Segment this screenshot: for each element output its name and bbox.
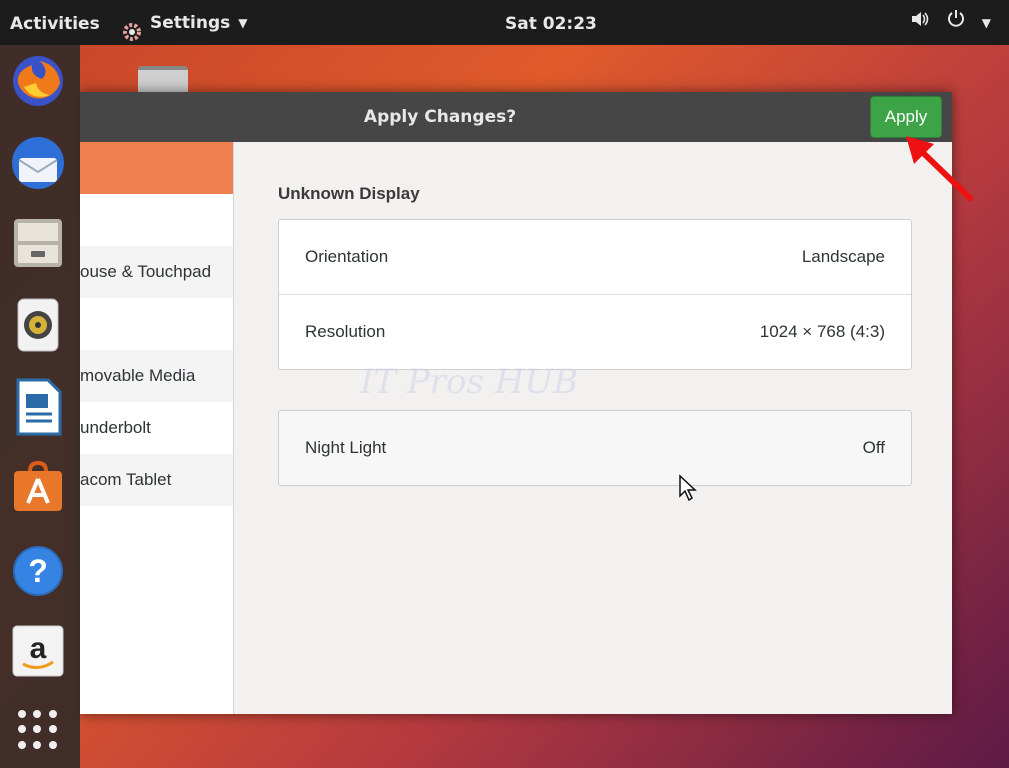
show-applications-icon[interactable] [18, 710, 58, 750]
orientation-row[interactable]: Orientation Landscape [279, 220, 911, 295]
display-name: Unknown Display [278, 184, 420, 203]
setting-label: Night Light [305, 438, 387, 457]
window-title: Apply Changes? [363, 107, 517, 127]
sidebar-item[interactable] [80, 194, 233, 246]
settings-gear-icon [122, 13, 142, 41]
sidebar-item-label: underbolt [80, 418, 151, 437]
sidebar-item-label: movable Media [80, 366, 196, 385]
setting-label: Orientation [305, 247, 389, 266]
volume-icon [910, 0, 930, 47]
setting-value: Landscape [801, 247, 885, 266]
night-light-row[interactable]: Night Light Off [279, 411, 911, 485]
sidebar-item-label: ouse & Touchpad [80, 262, 212, 281]
power-icon [946, 0, 966, 47]
thunderbird-icon[interactable] [8, 133, 68, 193]
night-light-card: Night Light Off [278, 410, 912, 486]
resolution-row[interactable]: Resolution 1024 × 768 (4:3) [279, 295, 911, 369]
display-settings-card: Orientation Landscape Resolution 1024 × … [278, 219, 912, 370]
svg-text:?: ? [28, 553, 48, 589]
app-menu[interactable]: Settings ▼ [122, 0, 247, 45]
trash-desktop-icon[interactable] [138, 66, 188, 94]
sidebar-item-displays[interactable] [80, 142, 233, 194]
header-bar: Apply Changes? Apply [80, 92, 952, 142]
rhythmbox-icon[interactable] [8, 295, 68, 355]
setting-label: Resolution [305, 322, 386, 341]
sidebar-item[interactable] [80, 298, 233, 350]
watermark: IT Pros HUB [360, 362, 579, 402]
sidebar-item-removable-media[interactable]: movable Media [80, 350, 233, 402]
svg-text:a: a [30, 632, 47, 665]
sidebar-item-wacom-tablet[interactable]: acom Tablet [80, 454, 233, 506]
activities-button[interactable]: Activities [10, 0, 100, 45]
system-tray[interactable]: ▼ [910, 0, 991, 45]
mouse-cursor-icon [679, 474, 697, 502]
setting-value: Off [862, 438, 885, 457]
setting-value: 1024 × 768 (4:3) [759, 322, 885, 341]
dock: ? a [0, 45, 80, 768]
help-icon[interactable]: ? [8, 541, 68, 601]
ubuntu-software-icon[interactable] [8, 457, 68, 517]
firefox-icon[interactable] [8, 51, 68, 111]
sidebar-item[interactable] [80, 506, 233, 558]
clock[interactable]: Sat 02:23 [505, 0, 597, 45]
chevron-down-icon: ▼ [981, 15, 991, 30]
top-bar: Activities Settings ▼ Sat 02:23 ▼ [0, 0, 1009, 45]
settings-window: Apply Changes? Apply ouse & Touchpad mov… [80, 92, 952, 714]
red-arrow-annotation [906, 136, 975, 203]
app-menu-label: Settings [150, 12, 231, 33]
sidebar-item-thunderbolt[interactable]: underbolt [80, 402, 233, 454]
amazon-icon[interactable]: a [8, 621, 68, 681]
sidebar-item-label: acom Tablet [80, 470, 172, 489]
chevron-down-icon: ▼ [238, 15, 248, 30]
files-icon[interactable] [8, 213, 68, 273]
libreoffice-writer-icon[interactable] [8, 377, 68, 437]
settings-sidebar: ouse & Touchpad movable Media underbolt … [80, 142, 234, 714]
sidebar-item-mouse-touchpad[interactable]: ouse & Touchpad [80, 246, 233, 298]
